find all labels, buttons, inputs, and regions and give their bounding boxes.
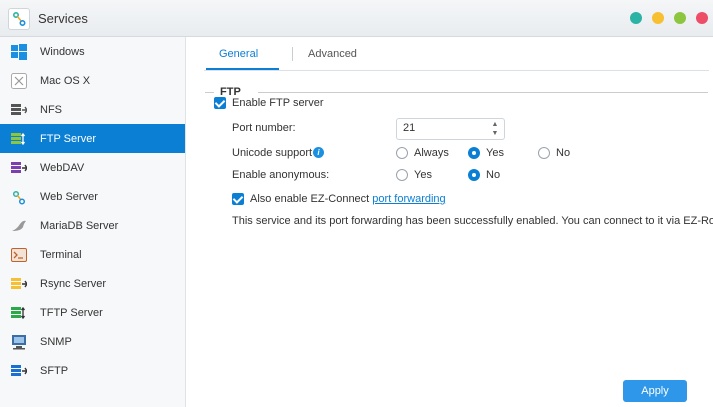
sidebar-item-nfs[interactable]: NFS [0, 95, 185, 124]
spinner-arrows[interactable]: ▲ ▼ [490, 120, 500, 138]
section-divider [205, 92, 214, 93]
window-control-close-icon[interactable] [696, 12, 708, 24]
sidebar-item-label: Web Server [40, 190, 98, 203]
sidebar-item-label: MariaDB Server [40, 219, 119, 232]
macos-icon [10, 72, 28, 90]
sidebar-item-tftp-server[interactable]: TFTP Server [0, 298, 185, 327]
ezconnect-text: Also enable EZ-Connect [250, 193, 370, 205]
sidebar-item-label: NFS [40, 103, 62, 116]
unicode-always-radio[interactable] [396, 147, 408, 159]
port-number-stepper[interactable]: ▲ ▼ [396, 118, 505, 140]
services-app-icon [8, 8, 30, 30]
sidebar-item-web-server[interactable]: Web Server [0, 182, 185, 211]
anonymous-yes-label: Yes [414, 169, 432, 181]
main-content: General Advanced FTP Enable FTP server P… [186, 37, 713, 407]
window-control-minimize-icon[interactable] [652, 12, 664, 24]
sidebar-item-label: Rsync Server [40, 277, 107, 290]
enable-ftp-label: Enable FTP server [232, 97, 324, 109]
sidebar-item-label: Windows [40, 45, 85, 58]
tab-advanced[interactable]: Advanced [308, 48, 357, 60]
sidebar-item-label: FTP Server [40, 132, 97, 145]
sidebar-item-webdav[interactable]: WebDAV [0, 153, 185, 182]
unicode-support-label: Unicode support [232, 147, 313, 159]
web-server-icon [10, 188, 28, 206]
unicode-yes-label: Yes [486, 147, 504, 159]
windows-icon [10, 43, 28, 61]
anonymous-yes-radio[interactable] [396, 169, 408, 181]
sidebar-item-macos[interactable]: Mac OS X [0, 66, 185, 95]
ezconnect-checkbox[interactable] [232, 193, 244, 205]
tab-bar: General Advanced [204, 37, 709, 71]
enable-anonymous-label: Enable anonymous: [232, 169, 330, 181]
sidebar-item-rsync-server[interactable]: Rsync Server [0, 269, 185, 298]
sidebar-item-ftp-server[interactable]: FTP Server [0, 124, 185, 153]
window-control-teal-icon[interactable] [630, 12, 642, 24]
unicode-no-radio[interactable] [538, 147, 550, 159]
sidebar-item-sftp[interactable]: SFTP [0, 356, 185, 385]
window-control-maximize-icon[interactable] [674, 12, 686, 24]
sidebar-item-label: WebDAV [40, 161, 85, 174]
sidebar-item-snmp[interactable]: SNMP [0, 327, 185, 356]
info-icon[interactable]: i [313, 147, 324, 158]
section-divider [258, 92, 708, 93]
snmp-icon [10, 333, 28, 351]
rsync-icon [10, 275, 28, 293]
enable-ftp-checkbox[interactable] [214, 97, 226, 109]
terminal-icon [10, 246, 28, 264]
sidebar-item-label: Mac OS X [40, 74, 91, 87]
sidebar-item-terminal[interactable]: Terminal [0, 240, 185, 269]
unicode-no-label: No [556, 147, 571, 159]
active-tab-indicator [206, 68, 279, 70]
unicode-always-label: Always [414, 147, 449, 159]
sidebar-item-label: TFTP Server [40, 306, 103, 319]
tftp-icon [10, 304, 28, 322]
ftp-icon [10, 130, 28, 148]
spin-down-icon[interactable]: ▼ [490, 130, 500, 138]
nfs-icon [10, 101, 28, 119]
tab-general[interactable]: General [219, 48, 258, 60]
title-bar: Services [0, 0, 713, 37]
port-forwarding-link[interactable]: port forwarding [372, 193, 445, 205]
port-number-label: Port number: [232, 122, 296, 134]
ezconnect-label: Also enable EZ-Connect port forwarding [250, 193, 446, 205]
tab-divider [292, 47, 293, 61]
status-message: This service and its port forwarding has… [232, 215, 713, 227]
sidebar-item-mariadb-server[interactable]: MariaDB Server [0, 211, 185, 240]
sidebar-item-label: SNMP [40, 335, 72, 348]
anonymous-no-label: No [486, 169, 501, 181]
sidebar-item-windows[interactable]: Windows [0, 37, 185, 66]
sidebar: Windows Mac OS X NFS FTP Server WebDAV W… [0, 37, 186, 407]
window-title: Services [38, 11, 88, 26]
anonymous-no-radio[interactable] [468, 169, 480, 181]
sftp-icon [10, 362, 28, 380]
webdav-icon [10, 159, 28, 177]
unicode-yes-radio[interactable] [468, 147, 480, 159]
sidebar-item-label: Terminal [40, 248, 82, 261]
spin-up-icon[interactable]: ▲ [490, 121, 500, 129]
port-number-input[interactable] [403, 121, 483, 135]
apply-button[interactable]: Apply [623, 380, 687, 402]
mariadb-icon [10, 217, 28, 235]
sidebar-item-label: SFTP [40, 364, 69, 377]
services-window: Services Windows Mac OS X NFS FTP Server… [0, 0, 713, 407]
